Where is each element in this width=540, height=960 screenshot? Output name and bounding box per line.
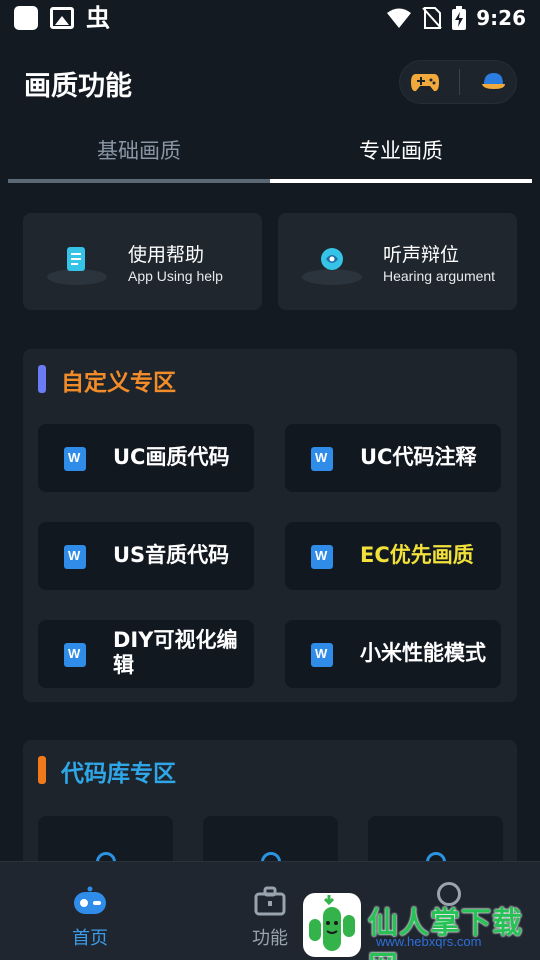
clock: 9:26 [476,6,526,30]
section-title: 代码库专区 [61,761,176,787]
tab-pro-quality[interactable]: 专业画质 [270,130,532,180]
feature-label: DIY可视化编辑 [113,628,238,677]
hearing-icon [302,248,362,285]
hearing-argument-card[interactable]: 听声辩位 Hearing argument [278,213,517,310]
nav-label: 功能 [252,928,288,949]
tab-basic-quality[interactable]: 基础画质 [8,130,270,180]
diy-visual-edit-button[interactable]: DIY可视化编辑 [38,620,254,688]
section-accent-bar [38,756,46,784]
status-bar: 虫 9:26 [0,0,540,38]
robot-home-icon [74,886,106,914]
header-capsule [399,60,517,104]
usage-help-card[interactable]: 使用帮助 App Using help [23,213,262,310]
help-card-title: 使用帮助 [128,244,205,266]
help-card-subtitle: Hearing argument [383,268,496,284]
wps-doc-icon [64,545,86,569]
feature-label: 小米性能模式 [360,641,486,665]
image-icon [50,7,74,29]
wps-doc-icon [311,643,333,667]
bug-icon: 虫 [86,4,110,32]
help-card-subtitle: App Using help [128,268,223,284]
briefcase-icon [254,886,286,916]
ec-priority-quality-button[interactable]: EC优先画质 [285,522,501,590]
game-controller-icon[interactable] [410,70,440,94]
cactus-logo [303,893,361,957]
feature-label: UC画质代码 [113,445,230,469]
nav-home[interactable]: 首页 [50,886,130,950]
section-accent-bar [38,365,46,393]
wifi-icon [387,8,412,28]
tab-underline-active [270,179,532,183]
tab-underline-basic [8,179,270,183]
wps-doc-icon [311,545,333,569]
section-title: 自定义专区 [61,370,176,396]
nav-label: 首页 [72,928,108,949]
watermark-url: www.hebxqrs.com [376,934,482,949]
feature-label: EC优先画质 [360,543,474,567]
wps-doc-icon [311,447,333,471]
xiaomi-performance-mode-button[interactable]: 小米性能模式 [285,620,501,688]
watermark-text: 仙人掌下载网 [368,906,523,960]
cap-icon[interactable] [480,70,506,94]
help-card-title: 听声辩位 [383,244,460,266]
battery-charging-icon [452,6,467,30]
notification-square-icon [14,6,38,30]
no-sim-icon [422,7,442,29]
page-title: 画质功能 [24,71,132,102]
feature-label: UC代码注释 [360,445,477,469]
wps-doc-icon [64,643,86,667]
document-icon [47,247,107,285]
custom-zone-section: 自定义专区 UC画质代码 UC代码注释 US音质代码 EC优先画质 DIY可视化… [23,349,517,702]
wps-doc-icon [64,447,86,471]
uc-code-comment-button[interactable]: UC代码注释 [285,424,501,492]
uc-quality-code-button[interactable]: UC画质代码 [38,424,254,492]
us-audio-code-button[interactable]: US音质代码 [38,522,254,590]
nav-functions[interactable]: 功能 [230,886,310,950]
feature-label: US音质代码 [113,543,230,567]
capsule-divider [459,69,461,95]
tab-bar: 基础画质 专业画质 [8,130,532,184]
